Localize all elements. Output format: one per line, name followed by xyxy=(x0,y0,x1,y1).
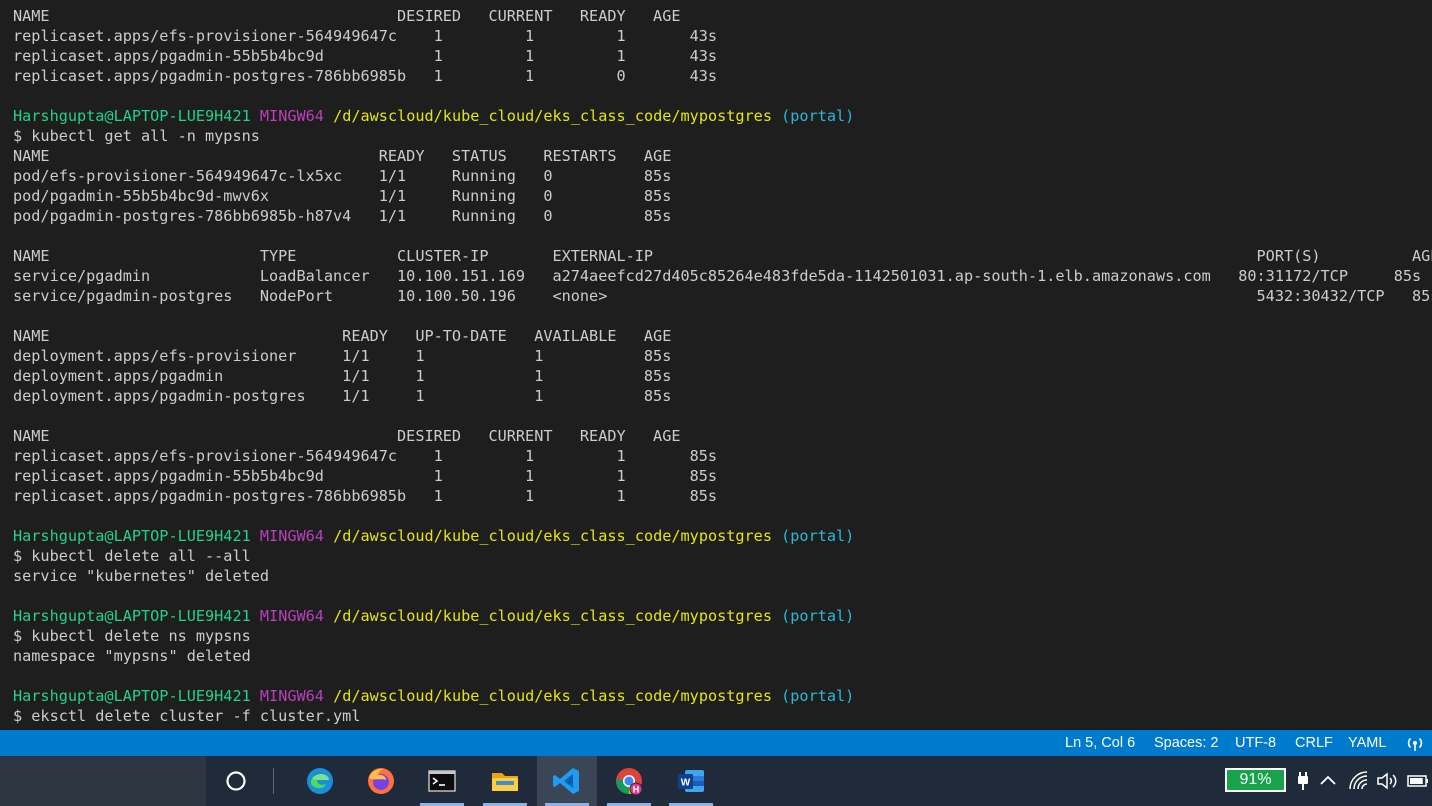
terminal-line: replicaset.apps/pgadmin-55b5b4bc9d 1 1 1… xyxy=(13,47,718,65)
shell-prompt: Harshgupta@LAPTOP-LUE9H421 MINGW64 /d/aw… xyxy=(13,686,1432,706)
terminal-line: service/pgadmin LoadBalancer 10.100.151.… xyxy=(13,267,1422,285)
prompt-shell: MINGW64 xyxy=(259,607,324,625)
prompt-branch: (portal) xyxy=(781,107,855,125)
terminal-line: replicaset.apps/efs-provisioner-56494964… xyxy=(13,27,718,45)
svg-text:W: W xyxy=(681,778,691,789)
prompt-user: Harshgupta@LAPTOP-LUE9H421 xyxy=(13,107,251,125)
file-explorer-button[interactable] xyxy=(475,756,535,806)
terminal-command: $ eksctl delete cluster -f cluster.yml xyxy=(13,707,361,725)
wifi-icon[interactable] xyxy=(1347,769,1371,793)
plug-icon xyxy=(1292,769,1316,793)
taskbar-search-box[interactable] xyxy=(0,756,206,806)
prompt-shell: MINGW64 xyxy=(259,527,324,545)
prompt-branch: (portal) xyxy=(781,527,855,545)
prompt-user: Harshgupta@LAPTOP-LUE9H421 xyxy=(13,527,251,545)
terminal-button[interactable] xyxy=(412,756,472,806)
taskbar-divider xyxy=(273,768,274,794)
terminal-line: namespace "mypsns" deleted xyxy=(13,647,251,665)
broadcast-icon[interactable] xyxy=(1406,734,1428,752)
terminal-line: service/pgadmin-postgres NodePort 10.100… xyxy=(13,287,1432,305)
terminal-icon xyxy=(428,770,456,792)
prompt-path: /d/awscloud/kube_cloud/eks_class_code/my… xyxy=(333,527,772,545)
terminal-line: replicaset.apps/pgadmin-55b5b4bc9d 1 1 1… xyxy=(13,467,718,485)
terminal-line: pod/efs-provisioner-564949647c-lx5xc 1/1… xyxy=(13,167,672,185)
terminal-line: deployment.apps/pgadmin 1/1 1 1 85s xyxy=(13,367,672,385)
prompt-branch: (portal) xyxy=(781,687,855,705)
chevron-up-icon[interactable] xyxy=(1316,769,1340,793)
terminal-command: $ kubectl delete all --all xyxy=(13,547,251,565)
terminal-line: replicaset.apps/pgadmin-postgres-786bb69… xyxy=(13,487,718,505)
windows-taskbar: H W 91% xyxy=(0,756,1432,806)
edge-icon xyxy=(307,768,333,794)
prompt-shell: MINGW64 xyxy=(259,107,324,125)
terminal-line: NAME READY UP-TO-DATE AVAILABLE AGE xyxy=(13,327,672,345)
speaker-icon[interactable] xyxy=(1375,769,1399,793)
terminal-line: deployment.apps/efs-provisioner 1/1 1 1 … xyxy=(13,347,672,365)
status-bar: Ln 5, Col 6 Spaces: 2 UTF-8 CRLF YAML xyxy=(0,730,1432,756)
folder-icon xyxy=(492,773,518,791)
terminal-line: replicaset.apps/pgadmin-postgres-786bb69… xyxy=(13,67,718,85)
indentation-setting[interactable]: Spaces: 2 xyxy=(1154,730,1219,756)
terminal-command: $ kubectl delete ns mypsns xyxy=(13,627,251,645)
eol-setting[interactable]: CRLF xyxy=(1295,730,1333,756)
battery-percentage[interactable]: 91% xyxy=(1225,768,1286,792)
terminal-line: NAME READY STATUS RESTARTS AGE xyxy=(13,147,672,165)
cursor-position[interactable]: Ln 5, Col 6 xyxy=(1065,730,1135,756)
language-mode[interactable]: YAML xyxy=(1348,730,1386,756)
shell-prompt: Harshgupta@LAPTOP-LUE9H421 MINGW64 /d/aw… xyxy=(13,606,1432,626)
terminal-line: NAME DESIRED CURRENT READY AGE xyxy=(13,427,681,445)
encoding-setting[interactable]: UTF-8 xyxy=(1235,730,1276,756)
firefox-button[interactable] xyxy=(351,756,411,806)
shell-prompt: Harshgupta@LAPTOP-LUE9H421 MINGW64 /d/aw… xyxy=(13,106,1432,126)
vscode-icon xyxy=(553,768,579,794)
chrome-button[interactable]: H xyxy=(599,756,659,806)
word-icon: W xyxy=(678,770,704,792)
terminal-line: pod/pgadmin-55b5b4bc9d-mwv6x 1/1 Running… xyxy=(13,187,672,205)
terminal-line: deployment.apps/pgadmin-postgres 1/1 1 1… xyxy=(13,387,672,405)
terminal-command: $ kubectl get all -n mypsns xyxy=(13,127,260,145)
terminal-line: replicaset.apps/efs-provisioner-56494964… xyxy=(13,447,718,465)
prompt-branch: (portal) xyxy=(781,607,855,625)
terminal-output[interactable]: NAME DESIRED CURRENT READY AGE replicaset… xyxy=(0,0,1432,730)
prompt-user: Harshgupta@LAPTOP-LUE9H421 xyxy=(13,687,251,705)
prompt-path: /d/awscloud/kube_cloud/eks_class_code/my… xyxy=(333,107,772,125)
battery-icon[interactable] xyxy=(1406,769,1430,793)
circle-icon xyxy=(226,771,246,791)
chrome-icon: H xyxy=(616,768,643,796)
cortana-button[interactable] xyxy=(206,756,266,806)
vscode-button[interactable] xyxy=(537,756,597,806)
prompt-shell: MINGW64 xyxy=(259,687,324,705)
svg-text:H: H xyxy=(633,785,640,795)
terminal-line: service "kubernetes" deleted xyxy=(13,567,270,585)
prompt-path: /d/awscloud/kube_cloud/eks_class_code/my… xyxy=(333,687,772,705)
terminal-line: pod/pgadmin-postgres-786bb6985b-h87v4 1/… xyxy=(13,207,672,225)
firefox-icon xyxy=(368,768,394,794)
terminal-line: NAME TYPE CLUSTER-IP EXTERNAL-IP PORT(S)… xyxy=(13,247,1432,265)
prompt-user: Harshgupta@LAPTOP-LUE9H421 xyxy=(13,607,251,625)
prompt-path: /d/awscloud/kube_cloud/eks_class_code/my… xyxy=(333,607,772,625)
shell-prompt: Harshgupta@LAPTOP-LUE9H421 MINGW64 /d/aw… xyxy=(13,526,1432,546)
terminal-line: NAME DESIRED CURRENT READY AGE xyxy=(13,7,681,25)
edge-button[interactable] xyxy=(290,756,350,806)
word-button[interactable]: W xyxy=(661,756,721,806)
